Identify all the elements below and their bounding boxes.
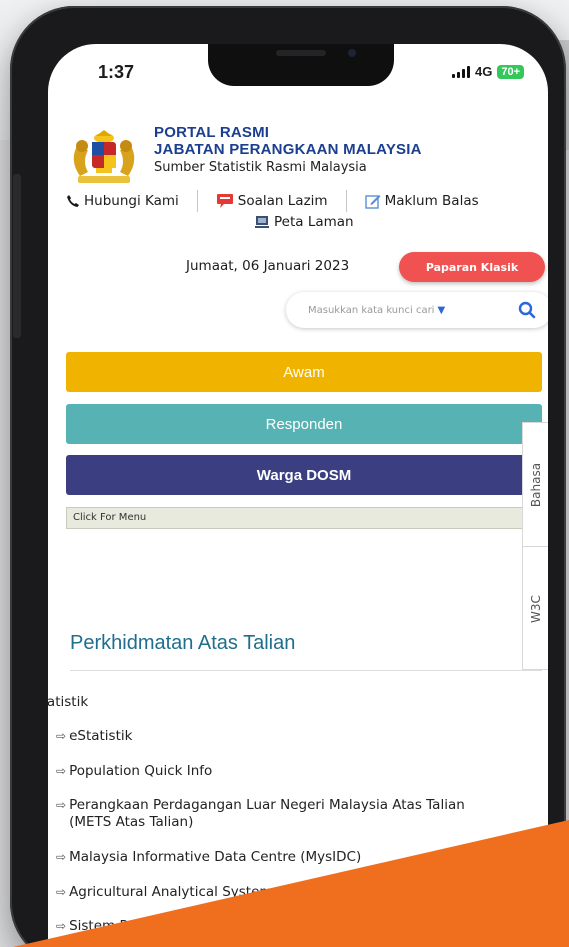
list-item-label: Malaysia Informative Data Centre (MysIDC… [69,849,362,865]
list-item[interactable]: ⇨ Perangkaan Perdagangan Luar Negeri Mal… [56,797,502,831]
list-item[interactable]: ⇨ Malaysia Informative Data Centre (MysI… [56,849,361,866]
phone-icon [67,195,79,207]
contact-label: Hubungi Kami [84,193,179,209]
current-date: Jumaat, 06 Januari 2023 [186,258,350,274]
w3c-tab-label: W3C [529,595,544,623]
divider [345,190,347,212]
portal-title: PORTAL RASMI [154,124,270,141]
list-item-label: Perangkaan Perdagangan Luar Negeri Malay… [69,797,465,830]
arrow-icon: ⇨ [56,798,67,812]
language-tab[interactable]: Bahasa [523,423,548,547]
subtitle: Sumber Statistik Rasmi Malaysia [154,160,367,175]
arrow-icon: ⇨ [56,885,67,899]
search-bar[interactable]: Masukkan kata kunci cari ▼ [286,292,548,328]
list-item-label: Population Quick Info [69,763,213,779]
section-title: Perkhidmatan Atas Talian [70,632,296,654]
title-block: PORTAL RASMI JABATAN PERANGKAAN MALAYSIA… [154,124,422,175]
top-links: Hubungi Kami Soalan Lazim Maklum Balas [66,190,546,212]
list-item[interactable]: ⇨ Population Quick Info [56,763,212,780]
signal-icon [451,65,470,78]
classic-view-button[interactable]: Paparan Klasik [399,252,545,282]
phone-notch [208,44,394,86]
feedback-link[interactable]: Maklum Balas [364,193,479,209]
list-item-label: Statistik [48,694,89,710]
section-divider [70,670,542,671]
speaker [276,50,326,56]
sitemap-icon [255,216,269,228]
language-tab-label: Bahasa [529,462,543,507]
sitemap-label: Peta Laman [274,214,354,230]
phone-screen: 1:37 4G 70+ PORTAL RASMI JABATAN PERANGK… [48,44,548,947]
feedback-label: Maklum Balas [384,193,479,209]
camera [348,49,356,57]
awam-button[interactable]: Awam [66,352,542,392]
divider [196,190,198,212]
search-input[interactable]: Masukkan kata kunci cari [308,305,434,316]
faq-link[interactable]: Soalan Lazim [216,193,328,209]
phone-frame: 1:37 4G 70+ PORTAL RASMI JABATAN PERANGK… [10,6,566,947]
list-item-label: eStatistik [69,728,133,744]
contact-link[interactable]: Hubungi Kami [66,193,179,209]
warga-dosm-button[interactable]: Warga DOSM [66,455,542,495]
click-for-menu[interactable]: Click For Menu [66,507,542,529]
faq-icon [216,194,233,208]
responden-button[interactable]: Responden [66,404,542,444]
arrow-icon: ⇨ [56,919,67,933]
arrow-icon: ⇨ [56,850,67,864]
chevron-down-icon[interactable]: ▼ [437,305,445,316]
feedback-icon [364,195,381,209]
coat-of-arms-logo[interactable] [66,128,142,186]
phone-side-button [13,174,21,338]
department-title: JABATAN PERANGKAAN MALAYSIA [154,141,422,158]
list-item[interactable]: ⇨ eStatistik [56,728,132,745]
sitemap-link[interactable]: Peta Laman [254,214,354,230]
list-item[interactable]: ⇨ Statistik [48,694,88,711]
faq-label: Soalan Lazim [237,193,328,209]
arrow-icon: ⇨ [56,729,67,743]
status-icons: 4G 70+ [451,64,524,79]
network-label: 4G [474,64,493,79]
battery-icon: 70+ [497,64,524,79]
search-icon[interactable] [518,301,536,319]
side-tabs: Bahasa W3C [522,422,548,670]
arrow-icon: ⇨ [56,764,67,778]
status-time: 1:37 [98,62,135,82]
w3c-tab[interactable]: W3C [523,547,548,671]
